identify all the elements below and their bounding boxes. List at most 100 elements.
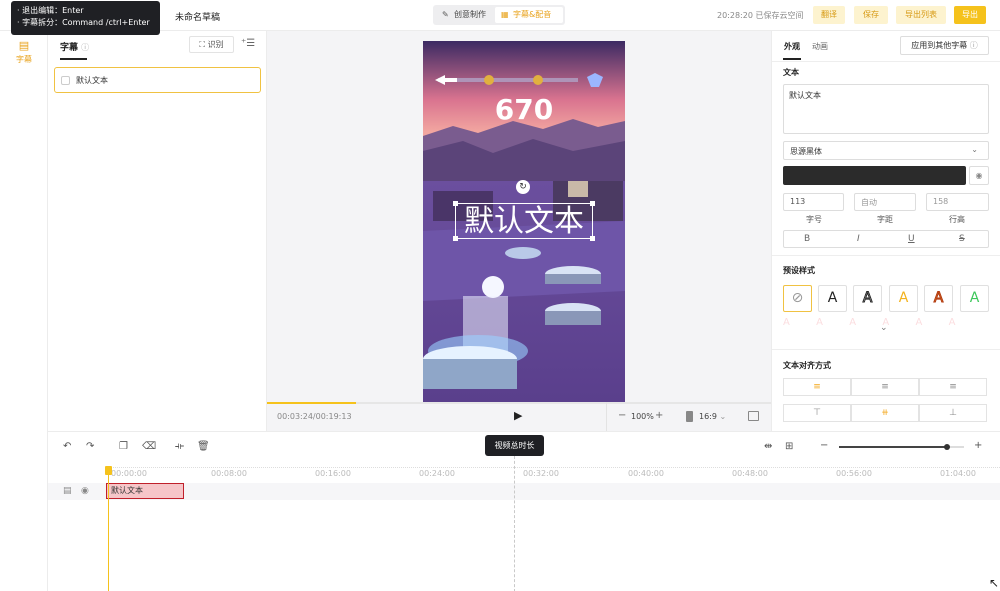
rotate-handle-icon[interactable]: ↻ bbox=[516, 180, 530, 194]
font-family-select[interactable]: 思源黑体 ⌄ bbox=[783, 141, 989, 160]
preset-yellow[interactable]: A bbox=[889, 285, 918, 312]
ruler-tick-label: 00:08:00 bbox=[211, 469, 247, 478]
align-right-button[interactable]: ≡ bbox=[919, 378, 987, 396]
letter-spacing-input[interactable]: 自动 bbox=[854, 193, 916, 211]
divider bbox=[772, 61, 1000, 62]
subtitle-item[interactable]: 默认文本 bbox=[54, 67, 261, 93]
export-button[interactable]: 导出 bbox=[954, 6, 986, 24]
subtitle-item-text[interactable]: 默认文本 bbox=[76, 75, 108, 86]
rail-item-subtitle[interactable]: ▤ 字幕 bbox=[0, 39, 48, 71]
tab-animation[interactable]: 动画 bbox=[812, 41, 828, 52]
subtitle-checkbox[interactable] bbox=[61, 76, 70, 85]
apply-to-other-subtitles-button[interactable]: 应用到其他字幕 ⓘ bbox=[900, 36, 989, 55]
help-icon: ⓘ bbox=[969, 41, 978, 50]
snap-icon[interactable]: ⇹ bbox=[764, 441, 772, 452]
eye-icon[interactable]: ◉ bbox=[81, 486, 89, 496]
subtitle-overlay-text[interactable]: 默认文本 bbox=[456, 204, 592, 240]
playback-progress-track[interactable] bbox=[267, 402, 771, 404]
rail-subtitle-label: 字幕 bbox=[16, 55, 32, 64]
fit-timeline-icon[interactable]: ⊞ bbox=[785, 441, 793, 452]
align-top-button[interactable]: ⊤ bbox=[783, 404, 851, 422]
subtitle-icon: ▦ bbox=[501, 10, 509, 19]
align-middle-button[interactable]: ⧺ bbox=[851, 404, 919, 422]
text-style-group: B I U S bbox=[783, 230, 989, 248]
italic-button[interactable]: I bbox=[857, 234, 860, 244]
draft-name[interactable]: 未命名草稿 bbox=[175, 10, 220, 23]
timeline-zoom-fill bbox=[839, 446, 947, 448]
ruler-tick-label: 00:56:00 bbox=[836, 469, 872, 478]
tab-underline bbox=[60, 58, 87, 60]
preset-styles-title: 预设样式 bbox=[783, 266, 815, 275]
tab-creative[interactable]: ✎ 创意制作 bbox=[436, 7, 494, 23]
save-status: 20:28:20 已保存云空间 bbox=[717, 11, 804, 20]
ruler-tick-label: 00:48:00 bbox=[732, 469, 768, 478]
translate-button[interactable]: 翻译 bbox=[813, 6, 845, 24]
bold-button[interactable]: B bbox=[804, 234, 810, 244]
align-bottom-button[interactable]: ⊥ bbox=[919, 404, 987, 422]
time-ruler[interactable] bbox=[106, 460, 1000, 468]
export-list-button[interactable]: 导出列表 bbox=[896, 6, 946, 24]
add-subtitle-icon[interactable]: ⁺☰ bbox=[241, 38, 255, 49]
timeline-zoom-out-icon[interactable]: − bbox=[820, 440, 828, 451]
timeline-zoom-knob[interactable] bbox=[943, 444, 950, 450]
line-height-input[interactable]: 158 bbox=[926, 193, 989, 211]
timeline-zoom-slider[interactable] bbox=[839, 444, 964, 450]
play-icon[interactable]: ▶ bbox=[514, 409, 522, 422]
preview-area: 670 ↻ 默认文本 00:03:24/00:19:13 ▶ − 100% + … bbox=[267, 31, 771, 431]
subtitle-tab[interactable]: 字幕 ⓘ bbox=[60, 40, 89, 53]
shortcut-tooltip: · 退出编辑：Enter · 字幕拆分：Command /ctrl+Enter bbox=[11, 1, 160, 35]
align-center-button[interactable]: ≡ bbox=[851, 378, 919, 396]
preset-plain[interactable]: A bbox=[818, 285, 847, 312]
preset-outline[interactable]: A bbox=[853, 285, 882, 312]
left-rail: ▤ 字幕 bbox=[0, 31, 48, 431]
expand-presets-icon[interactable]: ⌄ bbox=[880, 323, 888, 333]
timeline-zoom-in-icon[interactable]: + bbox=[974, 440, 982, 451]
image-icon[interactable] bbox=[748, 411, 759, 421]
undo-icon[interactable]: ↶ bbox=[63, 441, 71, 452]
resize-handle[interactable] bbox=[590, 236, 595, 241]
font-size-input[interactable]: 113 bbox=[783, 193, 844, 211]
strikethrough-button[interactable]: S bbox=[959, 234, 965, 244]
save-button[interactable]: 保存 bbox=[854, 6, 888, 24]
track-subtitle-icon: ▤ bbox=[63, 486, 72, 496]
video-canvas[interactable]: 670 ↻ 默认文本 bbox=[423, 41, 625, 402]
playback-progress-fill bbox=[267, 402, 357, 404]
resize-handle[interactable] bbox=[590, 201, 595, 206]
tab-appearance[interactable]: 外观 bbox=[784, 41, 800, 52]
playhead-handle[interactable] bbox=[105, 466, 112, 475]
resize-handle[interactable] bbox=[453, 201, 458, 206]
game-score: 670 bbox=[494, 93, 554, 126]
split-icon[interactable]: ⟛ bbox=[175, 441, 184, 452]
aspect-ratio-value: 16:9 bbox=[699, 412, 717, 421]
subtitle-tab-label: 字幕 bbox=[60, 43, 79, 53]
preset-none[interactable]: ⊘ bbox=[783, 285, 812, 312]
zoom-out-icon[interactable]: − bbox=[618, 410, 626, 421]
tab-subtitle-dubbing[interactable]: ▦ 字幕&配音 bbox=[495, 7, 563, 23]
clear-style-icon[interactable]: ⌫ bbox=[142, 441, 156, 452]
resize-handle[interactable] bbox=[453, 236, 458, 241]
timeline: ↶ ↷ ❐ ⌫ ⟛ 🗑 视频总时长 ⇹ ⊞ − + 00:00:00 00:08… bbox=[48, 431, 1000, 591]
color-picker-icon[interactable]: ◉ bbox=[969, 166, 989, 185]
chevron-down-icon: ⌄ bbox=[719, 412, 727, 421]
delete-icon[interactable]: 🗑 bbox=[197, 441, 210, 452]
aspect-ratio-icon bbox=[686, 411, 693, 422]
copy-icon[interactable]: ❐ bbox=[119, 441, 128, 452]
ruler-tick-label: 00:32:00 bbox=[523, 469, 559, 478]
text-content-field[interactable]: 默认文本 bbox=[783, 84, 989, 134]
underline-button[interactable]: U bbox=[908, 234, 915, 244]
preset-orange[interactable]: A bbox=[924, 285, 953, 312]
help-icon[interactable]: ⓘ bbox=[81, 43, 89, 52]
preset-green[interactable]: A bbox=[960, 285, 989, 312]
recognize-label: 识别 bbox=[207, 40, 224, 49]
tooltip-line-2: · 字幕拆分：Command /ctrl+Enter bbox=[17, 18, 150, 27]
align-left-button[interactable]: ≡ bbox=[783, 378, 851, 396]
subtitle-clip[interactable]: 默认文本 bbox=[106, 483, 184, 499]
recognize-button[interactable]: ⛶ 识别 bbox=[189, 36, 234, 53]
subtitle-overlay-box[interactable]: 默认文本 bbox=[453, 201, 595, 241]
ruler-tick-label: 00:40:00 bbox=[628, 469, 664, 478]
aspect-ratio-select[interactable]: 16:9 ⌄ bbox=[699, 412, 726, 421]
redo-icon[interactable]: ↷ bbox=[86, 441, 94, 452]
text-color-swatch[interactable] bbox=[783, 166, 966, 185]
zoom-in-icon[interactable]: + bbox=[655, 410, 663, 421]
preset-glyph: A bbox=[915, 317, 949, 328]
